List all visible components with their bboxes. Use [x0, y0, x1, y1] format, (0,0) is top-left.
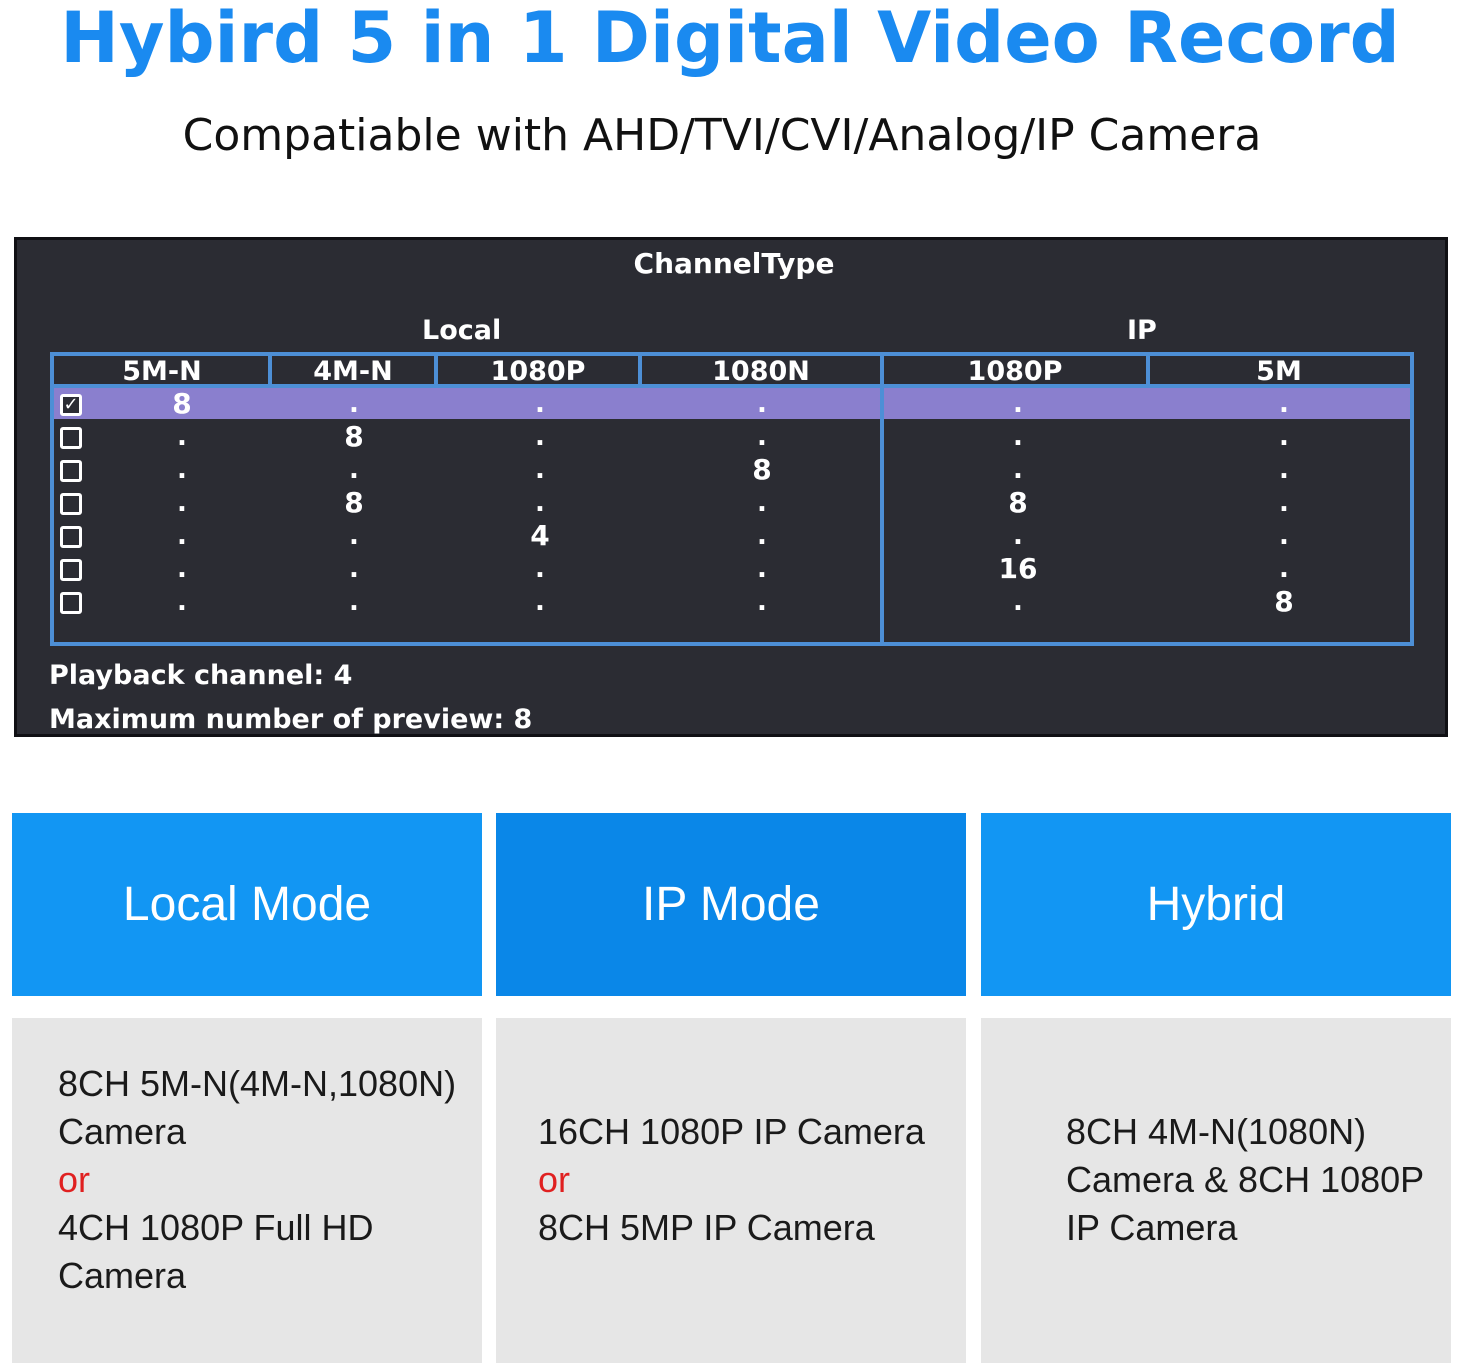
channel-row-checkbox[interactable] [60, 460, 82, 482]
column-divider [434, 356, 438, 388]
description-or: or [538, 1159, 571, 1200]
column-header-1080n: 1080N [640, 356, 882, 388]
local-ip-divider [880, 356, 884, 642]
channel-cell[interactable]: . [510, 421, 570, 453]
channel-cell[interactable]: 8 [1254, 586, 1314, 618]
ip-mode-description: 16CH 1080P IP Camera or 8CH 5MP IP Camer… [496, 1018, 966, 1363]
description-or: or [58, 1159, 91, 1200]
max-preview-text: Maximum number of preview: 8 [49, 704, 533, 735]
channel-cell[interactable]: . [988, 454, 1048, 486]
channel-cell[interactable]: . [510, 487, 570, 519]
hybrid-mode-description: 8CH 4M-N(1080N) Camera & 8CH 1080P IP Ca… [981, 1018, 1451, 1363]
description-line: Camera & 8CH 1080P [1066, 1159, 1425, 1200]
channel-cell[interactable]: . [732, 520, 792, 552]
channel-cell[interactable]: . [988, 421, 1048, 453]
hybrid-mode-header: Hybrid [981, 813, 1451, 996]
column-header-4m-n: 4M-N [270, 356, 436, 388]
channel-cell[interactable]: 8 [152, 388, 212, 420]
window-title: ChannelType [633, 247, 835, 280]
channel-cell[interactable]: . [152, 421, 212, 453]
local-mode-title: Local Mode [122, 878, 372, 931]
group-label-local: Local [422, 315, 502, 346]
channel-row-checkbox[interactable] [60, 526, 82, 548]
description-line: 8CH 5M-N(4M-N,1080N) [58, 1063, 457, 1104]
channel-cell[interactable]: 4 [510, 520, 570, 552]
local-mode-description: 8CH 5M-N(4M-N,1080N) Camera or 4CH 1080P… [12, 1018, 482, 1363]
channel-cell[interactable]: . [732, 586, 792, 618]
ip-mode-title: IP Mode [642, 878, 820, 931]
playback-channel-text: Playback channel: 4 [49, 660, 353, 691]
column-header-local-1080p: 1080P [436, 356, 640, 388]
channel-cell[interactable]: . [324, 586, 384, 618]
group-label-ip: IP [1127, 315, 1157, 346]
channel-row-checkbox[interactable]: ✓ [60, 394, 82, 416]
channel-cell[interactable]: . [732, 487, 792, 519]
channel-cell[interactable]: . [1254, 520, 1314, 552]
description-line: IP Camera [1066, 1207, 1238, 1248]
column-header-5m-n: 5M-N [54, 356, 270, 388]
description-line: Camera [58, 1111, 187, 1152]
channel-cell[interactable]: . [152, 454, 212, 486]
local-mode-header: Local Mode [12, 813, 482, 996]
channel-cell[interactable]: . [510, 454, 570, 486]
channel-row-checkbox[interactable] [60, 493, 82, 515]
channel-cell[interactable]: . [1254, 487, 1314, 519]
hybrid-mode-title: Hybrid [1146, 878, 1286, 931]
ip-mode-header: IP Mode [496, 813, 966, 996]
channel-cell[interactable]: 8 [324, 421, 384, 453]
channel-cell[interactable]: . [1254, 454, 1314, 486]
channel-cell[interactable]: . [988, 520, 1048, 552]
channel-cell[interactable]: 8 [732, 454, 792, 486]
channel-cell[interactable]: . [152, 586, 212, 618]
channel-cell[interactable]: . [1254, 421, 1314, 453]
channel-cell[interactable]: . [324, 388, 384, 420]
channel-cell[interactable]: . [988, 586, 1048, 618]
column-header-5m: 5M [1148, 356, 1410, 388]
channel-type-table: 5M-N 4M-N 1080P 1080N 1080P 5M ✓ 8...... 8… [50, 352, 1414, 646]
description-line: 8CH 5MP IP Camera [538, 1207, 875, 1248]
channel-cell[interactable]: . [152, 553, 212, 585]
channel-cell[interactable]: . [732, 388, 792, 420]
channel-cell[interactable]: . [510, 553, 570, 585]
dvr-channel-type-window: ChannelType Local IP 5M-N 4M-N 1080P 108… [14, 237, 1448, 737]
channel-cell[interactable]: . [324, 553, 384, 585]
channel-cell[interactable]: . [510, 388, 570, 420]
description-line: Camera [58, 1255, 187, 1296]
column-divider [638, 356, 642, 388]
column-divider [268, 356, 272, 388]
page-title: Hybird 5 in 1 Digital Video Record [60, 0, 1400, 79]
description-line: 4CH 1080P Full HD [58, 1207, 374, 1248]
channel-row-checkbox[interactable] [60, 559, 82, 581]
channel-cell[interactable]: . [1254, 553, 1314, 585]
channel-cell[interactable]: 16 [988, 553, 1048, 585]
channel-cell[interactable]: . [1254, 388, 1314, 420]
channel-cell[interactable]: . [510, 586, 570, 618]
channel-cell[interactable]: 8 [988, 487, 1048, 519]
description-line: 16CH 1080P IP Camera [538, 1111, 925, 1152]
channel-cell[interactable]: . [732, 421, 792, 453]
channel-cell[interactable]: . [988, 388, 1048, 420]
channel-cell[interactable]: 8 [324, 487, 384, 519]
column-divider [1146, 356, 1150, 388]
channel-cell[interactable]: . [732, 553, 792, 585]
channel-row-checkbox[interactable] [60, 427, 82, 449]
channel-cell[interactable]: . [324, 454, 384, 486]
channel-cell[interactable]: . [324, 520, 384, 552]
column-header-ip-1080p: 1080P [882, 356, 1148, 388]
channel-row-checkbox[interactable] [60, 592, 82, 614]
channel-cell[interactable]: . [152, 520, 212, 552]
page-subtitle: Compatiable with AHD/TVI/CVI/Analog/IP C… [182, 110, 1262, 161]
description-line: 8CH 4M-N(1080N) [1066, 1111, 1367, 1152]
channel-cell[interactable]: . [152, 487, 212, 519]
